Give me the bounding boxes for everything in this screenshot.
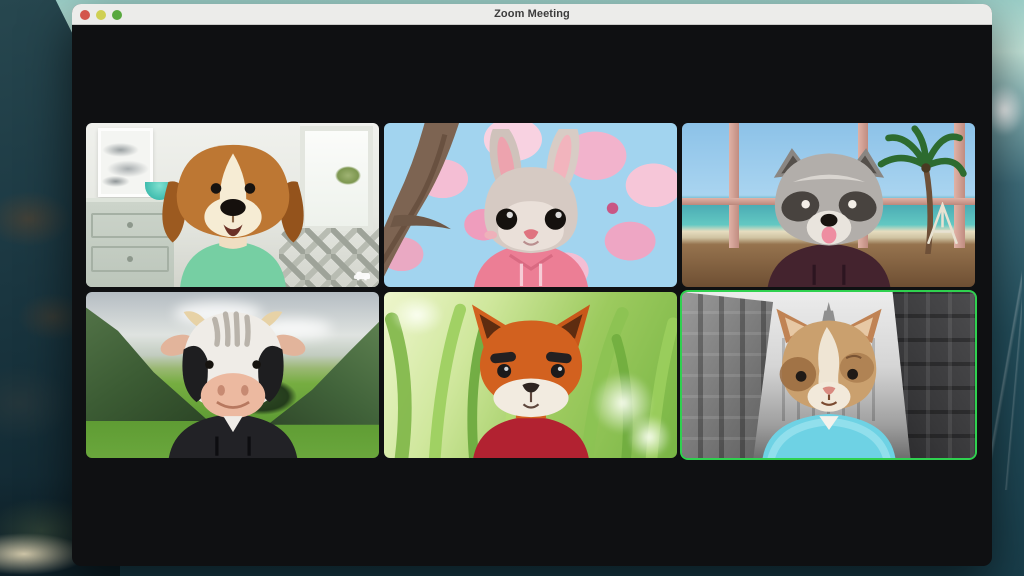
rabbit-avatar [414, 129, 647, 287]
wallpaper-wave-streaks [992, 250, 1022, 490]
desktop-wallpaper: Zoom Meeting [0, 0, 1024, 576]
cow-avatar [114, 298, 350, 458]
video-tile-raccoon[interactable] [682, 123, 975, 287]
video-tile-dog[interactable] [86, 123, 379, 287]
zoom-button[interactable] [112, 10, 122, 20]
traffic-light-buttons [80, 4, 122, 25]
minimize-button[interactable] [96, 10, 106, 20]
video-tile-cat[interactable] [682, 292, 975, 458]
zoom-meeting-window: Zoom Meeting [72, 4, 992, 566]
dog-avatar [116, 129, 349, 287]
close-button[interactable] [80, 10, 90, 20]
video-grid [86, 123, 975, 458]
video-tile-rabbit[interactable] [384, 123, 677, 287]
fox-avatar [412, 298, 648, 458]
raccoon-avatar [712, 129, 945, 287]
window-title: Zoom Meeting [494, 8, 570, 20]
window-titlebar[interactable]: Zoom Meeting [72, 4, 992, 25]
bear-watermark-icon [352, 269, 372, 281]
video-tile-fox[interactable] [384, 292, 677, 458]
video-tile-cow[interactable] [86, 292, 379, 458]
cat-avatar [710, 298, 946, 458]
